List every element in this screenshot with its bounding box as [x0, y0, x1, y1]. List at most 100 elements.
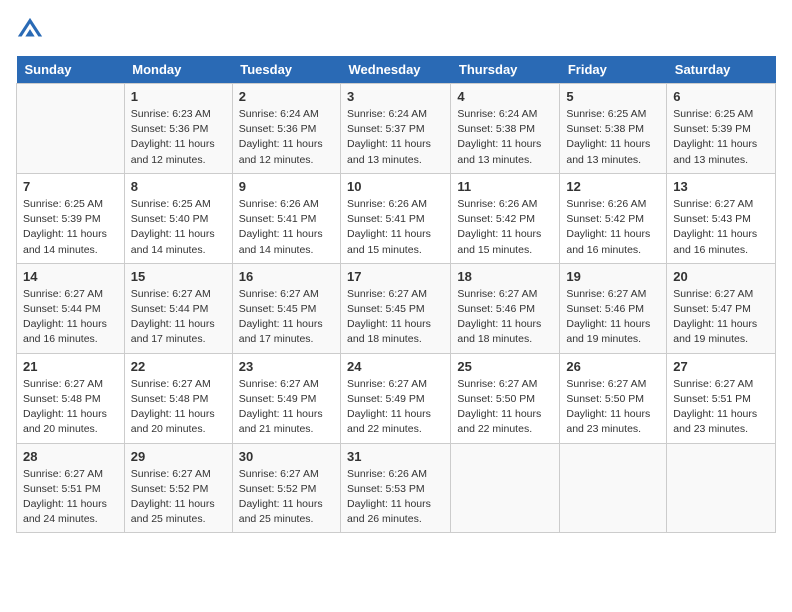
day-info: Sunrise: 6:27 AM Sunset: 5:52 PM Dayligh…	[239, 467, 334, 528]
day-info: Sunrise: 6:24 AM Sunset: 5:38 PM Dayligh…	[457, 107, 553, 168]
day-info: Sunrise: 6:27 AM Sunset: 5:50 PM Dayligh…	[566, 377, 660, 438]
logo	[16, 16, 48, 44]
day-info: Sunrise: 6:27 AM Sunset: 5:44 PM Dayligh…	[23, 287, 118, 348]
header-monday: Monday	[124, 56, 232, 84]
calendar-cell: 16 Sunrise: 6:27 AM Sunset: 5:45 PM Dayli…	[232, 263, 340, 353]
day-info: Sunrise: 6:27 AM Sunset: 5:51 PM Dayligh…	[23, 467, 118, 528]
day-info: Sunrise: 6:26 AM Sunset: 5:41 PM Dayligh…	[239, 197, 334, 258]
day-info: Sunrise: 6:24 AM Sunset: 5:36 PM Dayligh…	[239, 107, 334, 168]
day-number: 10	[347, 179, 444, 194]
calendar-week-row: 7 Sunrise: 6:25 AM Sunset: 5:39 PM Daylig…	[17, 173, 776, 263]
day-number: 27	[673, 359, 769, 374]
calendar-week-row: 1Sunrise: 6:23 AM Sunset: 5:36 PM Daylig…	[17, 84, 776, 174]
calendar-cell: 30 Sunrise: 6:27 AM Sunset: 5:52 PM Dayli…	[232, 443, 340, 533]
day-number: 7	[23, 179, 118, 194]
day-info: Sunrise: 6:27 AM Sunset: 5:52 PM Dayligh…	[131, 467, 226, 528]
day-info: Sunrise: 6:26 AM Sunset: 5:42 PM Dayligh…	[457, 197, 553, 258]
day-info: Sunrise: 6:25 AM Sunset: 5:38 PM Dayligh…	[566, 107, 660, 168]
day-info: Sunrise: 6:27 AM Sunset: 5:44 PM Dayligh…	[131, 287, 226, 348]
day-number: 30	[239, 449, 334, 464]
day-number: 17	[347, 269, 444, 284]
calendar-cell: 2 Sunrise: 6:24 AM Sunset: 5:36 PM Daylig…	[232, 84, 340, 174]
header-saturday: Saturday	[667, 56, 776, 84]
day-number: 22	[131, 359, 226, 374]
day-info: Sunrise: 6:27 AM Sunset: 5:45 PM Dayligh…	[347, 287, 444, 348]
day-number: 15	[131, 269, 226, 284]
calendar-cell: 8 Sunrise: 6:25 AM Sunset: 5:40 PM Daylig…	[124, 173, 232, 263]
calendar-cell: 4 Sunrise: 6:24 AM Sunset: 5:38 PM Daylig…	[451, 84, 560, 174]
day-info: Sunrise: 6:27 AM Sunset: 5:46 PM Dayligh…	[457, 287, 553, 348]
day-number: 8	[131, 179, 226, 194]
calendar-cell: 12 Sunrise: 6:26 AM Sunset: 5:42 PM Dayli…	[560, 173, 667, 263]
day-number: 24	[347, 359, 444, 374]
calendar-cell: 22Sunrise: 6:27 AM Sunset: 5:48 PM Dayli…	[124, 353, 232, 443]
day-info: Sunrise: 6:27 AM Sunset: 5:51 PM Dayligh…	[673, 377, 769, 438]
day-number: 1	[131, 89, 226, 104]
day-number: 19	[566, 269, 660, 284]
calendar-cell: 21Sunrise: 6:27 AM Sunset: 5:48 PM Dayli…	[17, 353, 125, 443]
day-number: 12	[566, 179, 660, 194]
calendar-cell: 28 Sunrise: 6:27 AM Sunset: 5:51 PM Dayli…	[17, 443, 125, 533]
day-number: 3	[347, 89, 444, 104]
calendar-cell	[17, 84, 125, 174]
day-info: Sunrise: 6:26 AM Sunset: 5:41 PM Dayligh…	[347, 197, 444, 258]
calendar-header-row: SundayMondayTuesdayWednesdayThursdayFrid…	[17, 56, 776, 84]
header-friday: Friday	[560, 56, 667, 84]
day-number: 5	[566, 89, 660, 104]
day-number: 29	[131, 449, 226, 464]
day-number: 9	[239, 179, 334, 194]
calendar-cell: 23Sunrise: 6:27 AM Sunset: 5:49 PM Dayli…	[232, 353, 340, 443]
calendar-table: SundayMondayTuesdayWednesdayThursdayFrid…	[16, 56, 776, 533]
day-number: 16	[239, 269, 334, 284]
calendar-cell: 1Sunrise: 6:23 AM Sunset: 5:36 PM Daylig…	[124, 84, 232, 174]
calendar-cell: 6 Sunrise: 6:25 AM Sunset: 5:39 PM Daylig…	[667, 84, 776, 174]
day-number: 6	[673, 89, 769, 104]
day-info: Sunrise: 6:27 AM Sunset: 5:46 PM Dayligh…	[566, 287, 660, 348]
calendar-week-row: 21Sunrise: 6:27 AM Sunset: 5:48 PM Dayli…	[17, 353, 776, 443]
calendar-cell	[451, 443, 560, 533]
day-info: Sunrise: 6:25 AM Sunset: 5:39 PM Dayligh…	[23, 197, 118, 258]
day-number: 25	[457, 359, 553, 374]
header-wednesday: Wednesday	[341, 56, 451, 84]
page-header	[16, 16, 776, 44]
calendar-cell: 27 Sunrise: 6:27 AM Sunset: 5:51 PM Dayli…	[667, 353, 776, 443]
calendar-cell: 18 Sunrise: 6:27 AM Sunset: 5:46 PM Dayli…	[451, 263, 560, 353]
day-number: 11	[457, 179, 553, 194]
day-info: Sunrise: 6:27 AM Sunset: 5:45 PM Dayligh…	[239, 287, 334, 348]
day-number: 28	[23, 449, 118, 464]
day-number: 2	[239, 89, 334, 104]
day-info: Sunrise: 6:25 AM Sunset: 5:39 PM Dayligh…	[673, 107, 769, 168]
calendar-cell	[667, 443, 776, 533]
calendar-cell: 7 Sunrise: 6:25 AM Sunset: 5:39 PM Daylig…	[17, 173, 125, 263]
calendar-cell: 3Sunrise: 6:24 AM Sunset: 5:37 PM Daylig…	[341, 84, 451, 174]
calendar-week-row: 14Sunrise: 6:27 AM Sunset: 5:44 PM Dayli…	[17, 263, 776, 353]
day-info: Sunrise: 6:27 AM Sunset: 5:49 PM Dayligh…	[347, 377, 444, 438]
day-number: 4	[457, 89, 553, 104]
day-number: 21	[23, 359, 118, 374]
header-tuesday: Tuesday	[232, 56, 340, 84]
calendar-cell: 25 Sunrise: 6:27 AM Sunset: 5:50 PM Dayli…	[451, 353, 560, 443]
header-thursday: Thursday	[451, 56, 560, 84]
logo-icon	[16, 16, 44, 44]
calendar-cell: 13Sunrise: 6:27 AM Sunset: 5:43 PM Dayli…	[667, 173, 776, 263]
day-number: 13	[673, 179, 769, 194]
calendar-cell: 19 Sunrise: 6:27 AM Sunset: 5:46 PM Dayli…	[560, 263, 667, 353]
calendar-cell: 20 Sunrise: 6:27 AM Sunset: 5:47 PM Dayli…	[667, 263, 776, 353]
calendar-cell: 9 Sunrise: 6:26 AM Sunset: 5:41 PM Daylig…	[232, 173, 340, 263]
calendar-cell: 31Sunrise: 6:26 AM Sunset: 5:53 PM Dayli…	[341, 443, 451, 533]
calendar-cell: 17 Sunrise: 6:27 AM Sunset: 5:45 PM Dayli…	[341, 263, 451, 353]
calendar-cell: 15 Sunrise: 6:27 AM Sunset: 5:44 PM Dayli…	[124, 263, 232, 353]
calendar-week-row: 28 Sunrise: 6:27 AM Sunset: 5:51 PM Dayli…	[17, 443, 776, 533]
day-info: Sunrise: 6:27 AM Sunset: 5:47 PM Dayligh…	[673, 287, 769, 348]
day-info: Sunrise: 6:27 AM Sunset: 5:49 PM Dayligh…	[239, 377, 334, 438]
day-info: Sunrise: 6:26 AM Sunset: 5:42 PM Dayligh…	[566, 197, 660, 258]
calendar-cell	[560, 443, 667, 533]
day-info: Sunrise: 6:25 AM Sunset: 5:40 PM Dayligh…	[131, 197, 226, 258]
calendar-cell: 29 Sunrise: 6:27 AM Sunset: 5:52 PM Dayli…	[124, 443, 232, 533]
calendar-cell: 14Sunrise: 6:27 AM Sunset: 5:44 PM Dayli…	[17, 263, 125, 353]
day-info: Sunrise: 6:27 AM Sunset: 5:50 PM Dayligh…	[457, 377, 553, 438]
day-number: 20	[673, 269, 769, 284]
calendar-cell: 24 Sunrise: 6:27 AM Sunset: 5:49 PM Dayli…	[341, 353, 451, 443]
day-number: 26	[566, 359, 660, 374]
day-number: 18	[457, 269, 553, 284]
